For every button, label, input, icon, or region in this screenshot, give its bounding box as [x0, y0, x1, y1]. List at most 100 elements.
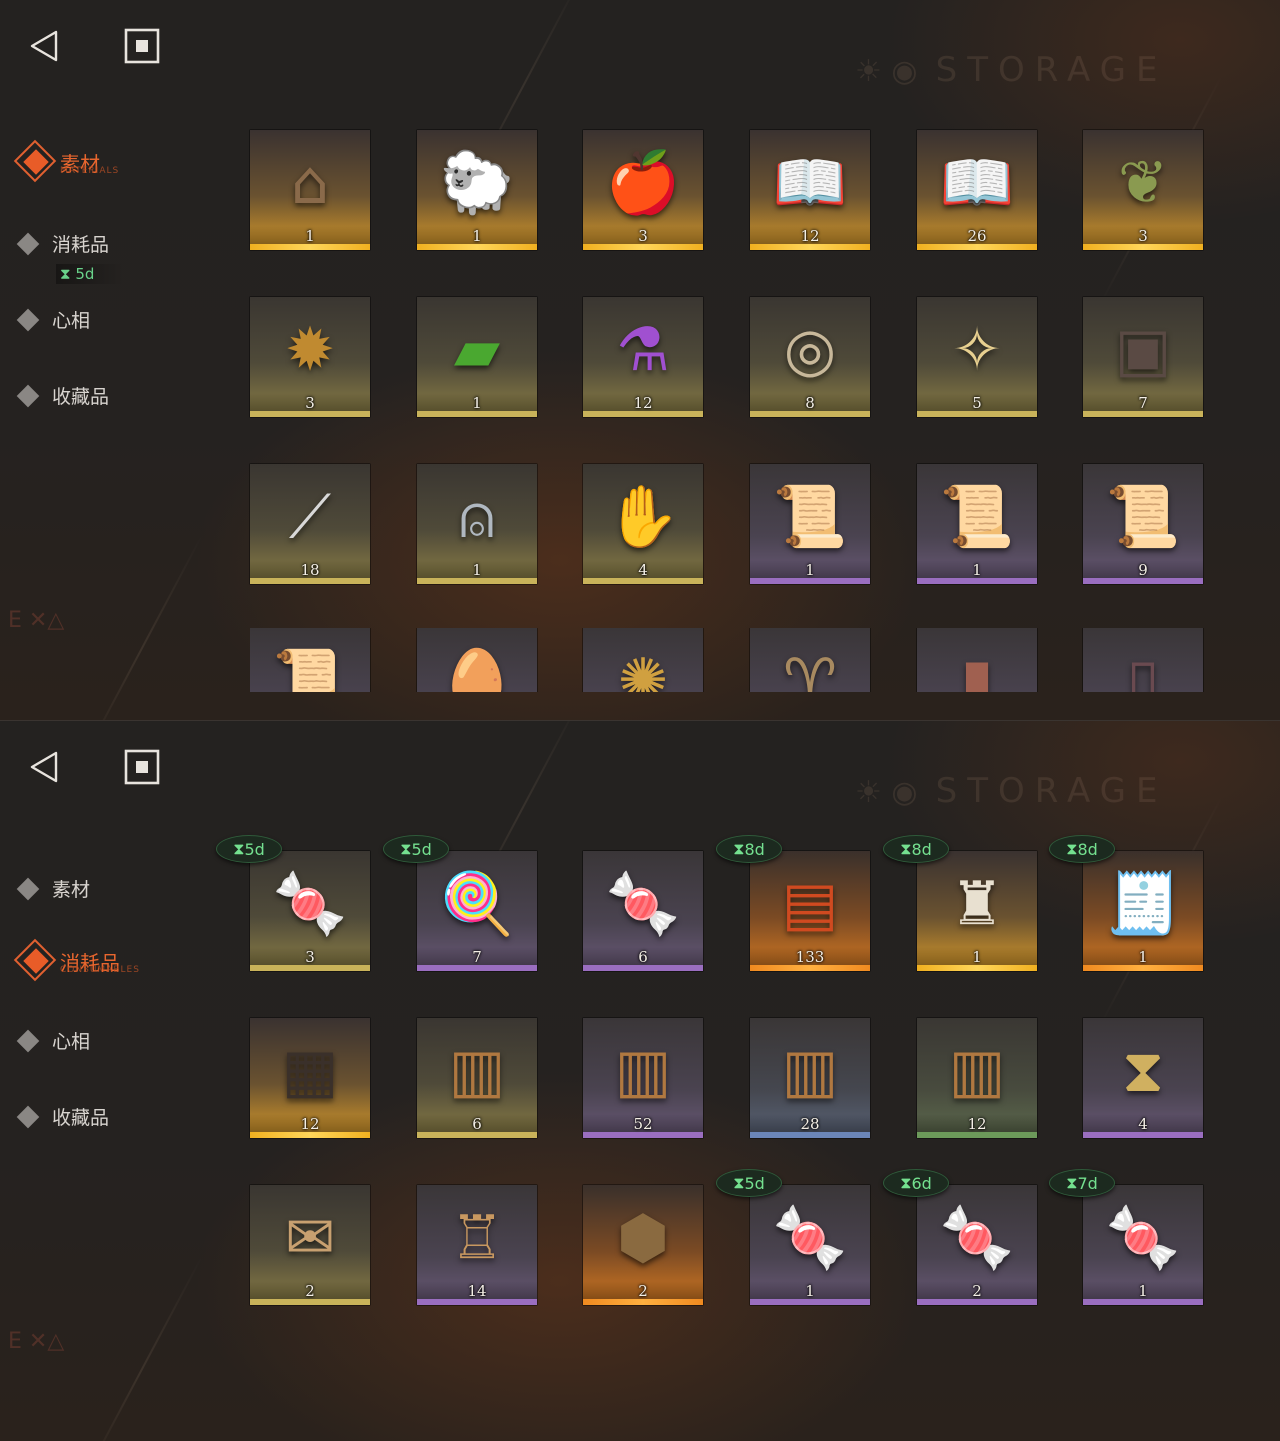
item-tile[interactable]: 📜 9	[1083, 464, 1203, 584]
square-home-icon	[124, 749, 160, 785]
item-count: 7	[1138, 394, 1148, 412]
item-tile[interactable]: 🥚	[417, 628, 537, 692]
bullets-icon: ⟋	[289, 482, 331, 552]
item-tile[interactable]: 📖 26	[917, 130, 1037, 250]
storage-watermark: ☀ ◉ STORAGE	[855, 771, 1167, 811]
sidebar-item-collectibles[interactable]: 收藏品	[14, 1103, 109, 1130]
item-tile[interactable]: ♜ 1 ⧗ 8d	[883, 835, 1037, 971]
item-count: 4	[1138, 1115, 1148, 1133]
item-tile[interactable]: ▣ 7	[1083, 297, 1203, 417]
apple-snake-icon: 🍎	[605, 148, 681, 218]
item-count: 2	[972, 1282, 982, 1300]
sidebar-item-materials[interactable]: 素材	[14, 875, 90, 902]
item-tile[interactable]: ⚗ 12	[583, 297, 703, 417]
item-tile[interactable]: ▥ 6	[417, 1018, 537, 1138]
sidebar-item-consumables[interactable]: 消耗品 CONSUMABLES	[13, 938, 139, 983]
item-tile[interactable]: ▥ 28	[750, 1018, 870, 1138]
scroll-icon: 📜	[272, 646, 348, 692]
item-count: 1	[305, 227, 315, 245]
item-tile[interactable]: ✧ 5	[917, 297, 1037, 417]
storage-screen-materials: ☀ ◉ STORAGE E ✕△ 素材 MATERIALS 消耗品 ⧗ 5d 心相…	[0, 0, 1280, 720]
item-count: 3	[1138, 227, 1148, 245]
item-tile[interactable]: ⍝ 1	[417, 464, 537, 584]
candy-jar-icon: 🍬	[272, 869, 348, 939]
item-count: 6	[638, 948, 648, 966]
storage-watermark: ☀ ◉ STORAGE	[855, 50, 1167, 90]
expiry-timer-badge: ⧗ 7d	[1049, 1169, 1115, 1197]
open-book-gold-icon: 📖	[939, 148, 1015, 218]
home-button[interactable]	[122, 747, 162, 787]
sidebar-item-materials[interactable]: 素材 MATERIALS	[13, 139, 118, 184]
item-tile[interactable]: 📜 1	[750, 464, 870, 584]
timer-text: 8d	[1077, 839, 1098, 859]
item-tile[interactable]: ▥ 52	[583, 1018, 703, 1138]
item-tile[interactable]: 🐑 1	[417, 130, 537, 250]
item-count: 1	[805, 561, 815, 579]
sidebar-item-mindscape[interactable]: 心相	[14, 306, 90, 333]
open-book-blue-icon: 📖	[772, 148, 848, 218]
item-tile[interactable]: ✉ 2	[250, 1185, 370, 1305]
sidebar-item-consumables[interactable]: 消耗品	[14, 230, 109, 257]
item-count: 1	[1138, 1282, 1148, 1300]
item-count: 12	[633, 394, 653, 412]
item-tile[interactable]: ✹ 3	[250, 297, 370, 417]
home-button[interactable]	[122, 26, 162, 66]
scroll-green-icon: 📜	[939, 482, 1015, 552]
item-tile[interactable]: 🍬 3 ⧗ 5d	[216, 835, 370, 971]
back-triangle-icon	[30, 751, 58, 783]
expiry-timer-badge: ⧗ 5d	[56, 264, 125, 284]
item-count: 1	[972, 561, 982, 579]
ornate-egg-icon: 🥚	[439, 646, 515, 692]
item-tile[interactable]: ▰ 1	[417, 297, 537, 417]
item-tile[interactable]: ▮	[917, 628, 1037, 692]
back-triangle-icon	[30, 30, 58, 62]
item-tile[interactable]: 🍬 6	[583, 851, 703, 971]
item-count: 4	[638, 561, 648, 579]
item-tile[interactable]: ❦ 3	[1083, 130, 1203, 250]
item-tile[interactable]: ▦ 12	[250, 1018, 370, 1138]
item-tile[interactable]: 📖 12	[750, 130, 870, 250]
mosaic-hexagon-icon: ⬢	[616, 1203, 670, 1273]
item-tile[interactable]: ▥ 12	[917, 1018, 1037, 1138]
item-tile[interactable]: 📜 1	[917, 464, 1037, 584]
red-case-icon: ▤	[781, 869, 839, 939]
sidebar-item-label: 心相	[52, 1031, 91, 1053]
scroll-red-icon: 📜	[772, 482, 848, 552]
candy-jar-icon: 🍬	[605, 869, 681, 939]
item-count: 26	[967, 227, 987, 245]
item-tile[interactable]: ⬢ 2	[583, 1185, 703, 1305]
item-tile[interactable]: 🍬 1 ⧗ 5d	[716, 1169, 870, 1305]
lollipops-icon: 🍭	[439, 869, 515, 939]
item-tile[interactable]: ✋ 4	[583, 464, 703, 584]
item-tile[interactable]: 🍭 7 ⧗ 5d	[383, 835, 537, 971]
item-count: 3	[638, 227, 648, 245]
item-tile[interactable]: ▤ 133 ⧗ 8d	[716, 835, 870, 971]
item-tile[interactable]: ✺	[583, 628, 703, 692]
item-tile[interactable]: 🧾 1 ⧗ 8d	[1049, 835, 1203, 971]
back-button[interactable]	[24, 747, 64, 787]
item-tile[interactable]: ⧗ 4	[1083, 1018, 1203, 1138]
item-tile[interactable]: ♈	[750, 628, 870, 692]
sidebar-item-label: 收藏品	[52, 1107, 110, 1129]
item-tile[interactable]: 📜	[250, 628, 370, 692]
item-tile[interactable]: 🍬 1 ⧗ 7d	[1049, 1169, 1203, 1305]
item-tile[interactable]: ⌂ 1	[250, 130, 370, 250]
item-count: 52	[633, 1115, 653, 1133]
item-tile[interactable]: ◎ 8	[750, 297, 870, 417]
bell-jar-icon: ⍝	[459, 482, 495, 552]
back-button[interactable]	[24, 26, 64, 66]
sidebar-item-collectibles[interactable]: 收藏品	[14, 382, 109, 409]
amulet-icon: ✺	[617, 646, 669, 692]
item-tile[interactable]: 🍎 3	[583, 130, 703, 250]
sidebar-item-mindscape[interactable]: 心相	[14, 1027, 90, 1054]
item-tile[interactable]: ⟋ 18	[250, 464, 370, 584]
item-tile[interactable]: 🍬 2 ⧗ 6d	[883, 1169, 1037, 1305]
item-tile[interactable]: ▯	[1083, 628, 1203, 692]
item-count: 12	[967, 1115, 987, 1133]
expiry-timer-badge: ⧗ 5d	[716, 1169, 782, 1197]
diamond-icon	[16, 1105, 40, 1128]
item-tile[interactable]: ♖ 14	[417, 1185, 537, 1305]
sidebar-item-label: 消耗品	[52, 234, 110, 256]
hourglass-icon: ⧗	[1121, 1036, 1165, 1106]
root-chest-icon: ❦	[1117, 148, 1169, 218]
